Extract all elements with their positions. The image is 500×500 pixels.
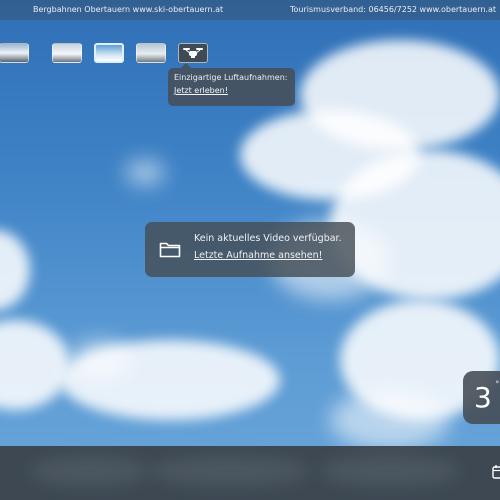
info-bar: Bergbahnen Obertauern www.ski-obertauern… [0,0,500,20]
tourismusverband-info[interactable]: Tourismusverband: 06456/7252 www.obertau… [290,0,496,20]
bottom-panel [0,446,500,500]
no-video-message: Kein aktuelles Video verfügbar. Letzte A… [145,222,355,277]
webcam-thumbnail-3[interactable] [94,43,124,63]
temperature-badge: 3 ° [463,371,500,424]
aerial-tooltip: Einzigartige Luftaufnahmen: Jetzt erlebe… [168,63,295,106]
webcam-thumbnail-1[interactable] [0,43,29,63]
tooltip-text: Einzigartige Luftaufnahmen: [174,73,288,82]
calendar-icon[interactable] [492,464,500,479]
webcam-thumbnail-2[interactable] [52,43,82,63]
thumbnail-strip [0,43,208,63]
tooltip-link[interactable]: Jetzt erleben! [174,84,289,97]
drone-icon [183,48,203,58]
message-text: Kein aktuelles Video verfügbar. [194,233,342,244]
temperature-value: 3 [474,381,492,414]
drone-thumbnail[interactable] [178,43,208,63]
folder-icon [159,242,181,258]
bergbahnen-info[interactable]: Bergbahnen Obertauern www.ski-obertauern… [33,0,223,20]
temperature-unit: ° [495,380,500,390]
last-recording-link[interactable]: Letzte Aufnahme ansehen! [194,250,322,261]
webcam-thumbnail-4[interactable] [136,43,166,63]
